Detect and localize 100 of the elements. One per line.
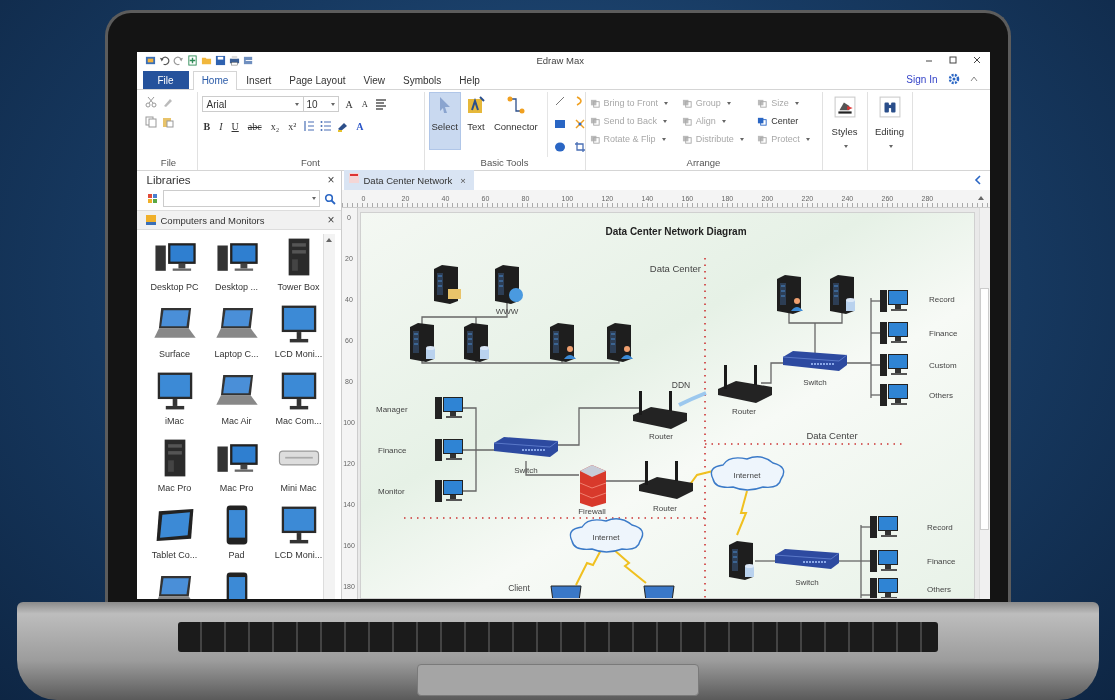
sign-in-link[interactable]: Sign In: [906, 74, 938, 85]
node-label: Switch: [794, 578, 819, 587]
stacked-squares-icon: [589, 97, 601, 109]
undo-icon[interactable]: [158, 54, 170, 66]
server-icon: [728, 541, 754, 580]
node-label: Switch: [802, 378, 827, 387]
ribbon-button[interactable]: Editing: [874, 92, 905, 152]
highlighter-icon[interactable]: [337, 120, 350, 132]
align-icon[interactable]: [374, 98, 387, 110]
rectangle-tool-icon[interactable]: [553, 118, 566, 130]
node-label: Custom: [928, 361, 957, 370]
desktop-computer-icon: [434, 397, 463, 419]
group-label: Font: [300, 157, 321, 170]
menu-tab[interactable]: Page Layout: [280, 71, 355, 89]
zone-label: Data Center: [649, 263, 701, 274]
arrange-command[interactable]: Center: [757, 112, 818, 130]
save-icon[interactable]: [214, 54, 226, 66]
diagram-title: Data Center Network Diagram: [604, 226, 747, 237]
desktop-computer-icon: [434, 439, 463, 461]
shrink-font-button[interactable]: A: [359, 99, 370, 109]
node-label: Internet: [591, 533, 620, 542]
menu-tab[interactable]: Home: [192, 71, 238, 90]
close-button[interactable]: ×: [327, 174, 335, 186]
router-icon: [717, 365, 772, 403]
ribbon-button[interactable]: Styles: [831, 92, 858, 152]
grow-font-button[interactable]: A: [343, 98, 355, 110]
lightning-bolt: [574, 549, 602, 586]
line-tool-icon[interactable]: [553, 95, 566, 107]
desktop-computer-icon: [434, 480, 463, 502]
network-switch-icon: [493, 437, 558, 457]
menu-tab[interactable]: View: [354, 71, 394, 89]
stacked-squares-icon: [681, 133, 693, 145]
print-icon[interactable]: [228, 54, 240, 66]
maximize-icon[interactable]: [947, 55, 958, 65]
scrollbar[interactable]: [322, 234, 335, 599]
node-label: Finance: [928, 329, 957, 338]
shape-label: Mac Air: [221, 416, 252, 426]
font-color-button[interactable]: A: [354, 120, 366, 132]
search-field[interactable]: [162, 190, 320, 207]
stacked-squares-icon: [757, 133, 769, 145]
library-grid-icon[interactable]: [146, 192, 159, 205]
desktop-computer-icon: [869, 516, 898, 538]
network-switch-icon: [782, 351, 847, 371]
font-name-field[interactable]: Arial: [201, 96, 304, 112]
search-icon[interactable]: [323, 192, 336, 205]
stacked-squares-icon: [757, 115, 769, 127]
shape-label: Tablet Co...: [151, 550, 198, 560]
export-icon[interactable]: [242, 54, 254, 66]
font-size-field[interactable]: 10: [302, 96, 339, 112]
new-file-icon[interactable]: [186, 54, 198, 66]
tool-button[interactable]: Select: [428, 92, 461, 150]
shape-label: Mini Mac: [280, 483, 317, 493]
laptop-icon: [550, 585, 581, 598]
tool-button[interactable]: Text: [462, 92, 489, 150]
desktop-computer-icon: [879, 322, 908, 344]
stacked-squares-icon: [681, 97, 693, 109]
scrollbar[interactable]: [978, 208, 990, 599]
format-button[interactable]: x₂: [268, 120, 282, 132]
cross-tool-icon[interactable]: [573, 118, 586, 130]
shape-label: Laptop C...: [214, 349, 259, 359]
format-button[interactable]: U: [229, 120, 241, 132]
category-title[interactable]: Computers and Monitors: [160, 214, 324, 226]
router-icon: [638, 461, 693, 499]
node-label: Router: [648, 432, 673, 441]
node-label: Monitor: [377, 487, 405, 496]
desktop-computer-icon: [869, 550, 898, 572]
settings-icon[interactable]: [947, 73, 960, 85]
format-button[interactable]: B: [201, 120, 213, 132]
node-label: Record: [928, 295, 955, 304]
scroll-up-icon[interactable]: [976, 194, 985, 202]
panel-title: Libraries: [146, 174, 191, 186]
menu-tab[interactable]: Symbols: [394, 71, 451, 89]
format-button[interactable]: abc: [245, 120, 264, 132]
document-tab[interactable]: Data Center Network ×: [343, 170, 474, 190]
node-label: Record: [926, 523, 953, 532]
desktop-computer-icon: [869, 578, 898, 598]
diagram-label: DDN: [671, 380, 690, 390]
format-button[interactable]: x²: [286, 120, 299, 132]
close-icon[interactable]: [971, 55, 982, 65]
scroll-thumb[interactable]: [980, 288, 989, 530]
server-icon: [494, 265, 523, 304]
close-button[interactable]: ×: [327, 214, 335, 226]
menu-tab[interactable]: File: [142, 71, 189, 89]
menu-tab[interactable]: Help: [450, 71, 489, 89]
desktop-computer-icon: [879, 384, 908, 406]
node-label: Finance: [926, 557, 955, 566]
network-switch-icon: [774, 549, 839, 569]
tool-button[interactable]: Connector: [490, 92, 541, 150]
node-label: Others: [926, 585, 951, 594]
scroll-up-icon[interactable]: [325, 236, 333, 244]
bullet-list-icon[interactable]: [320, 120, 333, 132]
cloud-icon: [710, 456, 784, 491]
router-icon: [632, 391, 687, 429]
server-icon: [776, 275, 803, 314]
ellipse-tool-icon[interactable]: [553, 141, 566, 153]
menu-tab[interactable]: Insert: [237, 71, 281, 89]
format-button[interactable]: I: [217, 120, 225, 132]
close-tab-button[interactable]: ×: [460, 174, 466, 186]
firewall-icon: [579, 465, 606, 507]
crop-tool-icon[interactable]: [573, 141, 586, 153]
